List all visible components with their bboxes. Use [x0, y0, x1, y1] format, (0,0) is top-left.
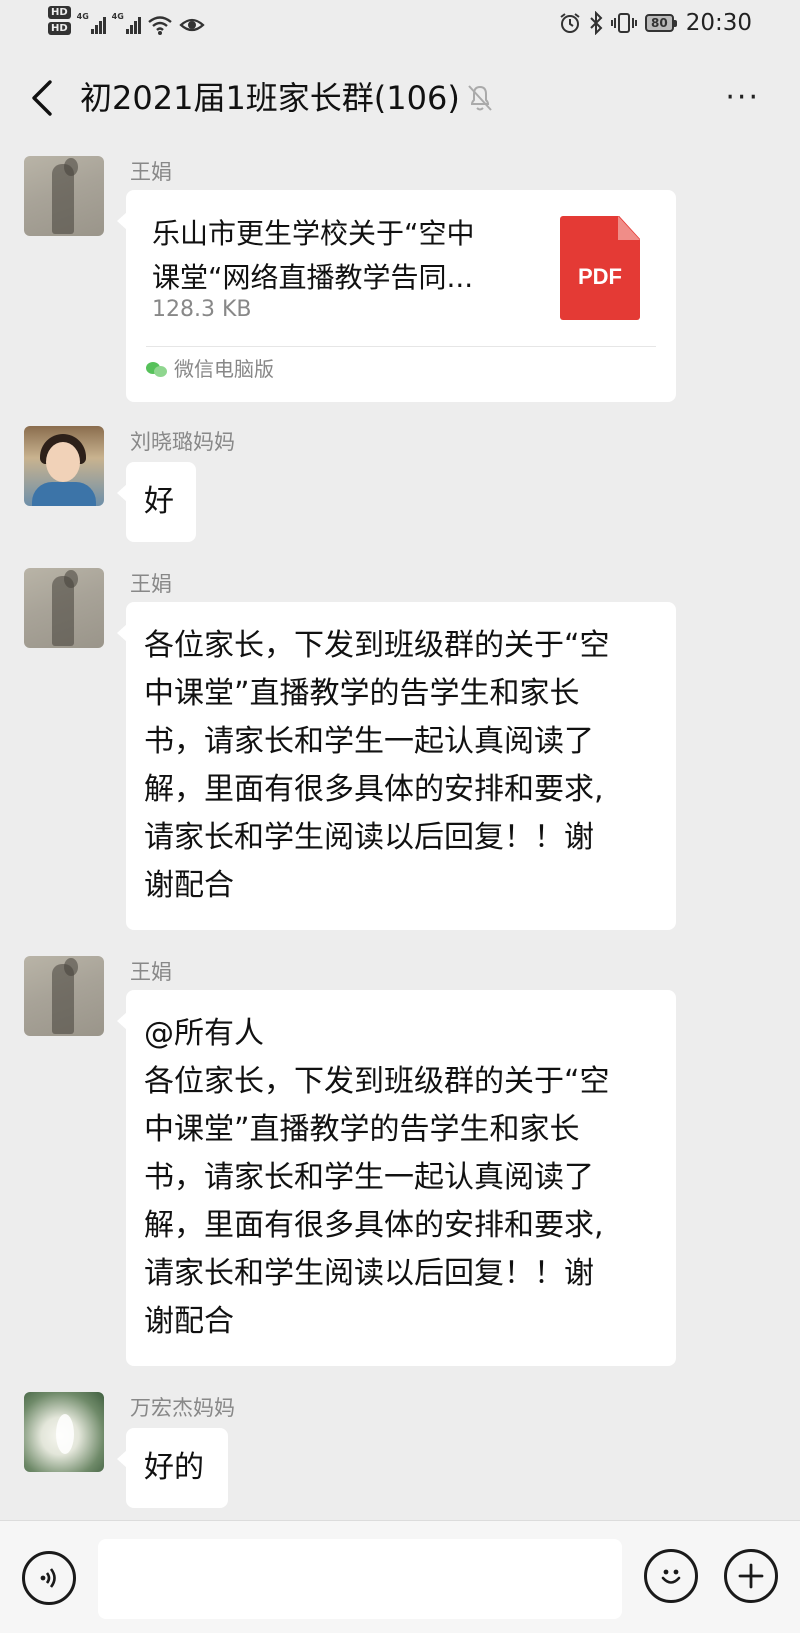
message-line: 谢配合: [144, 868, 234, 903]
wifi-icon: [147, 16, 172, 35]
bell-muted-icon: [468, 85, 492, 111]
text-message[interactable]: @所有人 各位家长，下发到班级群的关于“空 中课堂”直播教学的告学生和家长 书，…: [117, 990, 676, 1366]
divider: [146, 346, 656, 347]
network-type-sim2: 4G: [111, 12, 124, 21]
mention-all[interactable]: @所有人: [144, 1010, 658, 1058]
message-line: 请家长和学生阅读以后回复！！谢: [144, 1256, 594, 1291]
chat-title: 初2021届1班家长群(106): [80, 79, 460, 117]
signal-sim2-icon: 4G: [112, 12, 141, 34]
text-message[interactable]: 各位家长，下发到班级群的关于“空 中课堂”直播教学的告学生和家长 书，请家长和学…: [117, 602, 676, 930]
sender-name: 王娟: [130, 572, 172, 596]
message-line: 各位家长，下发到班级群的关于“空: [144, 628, 610, 663]
emoji-icon: [661, 1569, 681, 1584]
vibrate-icon: [611, 13, 637, 33]
message-line: 好的: [144, 1450, 204, 1485]
message-input[interactable]: [98, 1539, 622, 1619]
bluetooth-icon: [590, 11, 603, 35]
hd-indicator-sim1: HD: [48, 6, 71, 19]
emoji-button[interactable]: [644, 1549, 698, 1603]
status-bar-left: HD HD 4G 4G: [48, 6, 205, 36]
network-type-sim1: 4G: [76, 12, 89, 21]
message-line: 解，里面有很多具体的安排和要求,: [144, 772, 604, 807]
avatar[interactable]: [24, 956, 104, 1036]
message-line: 请家长和学生阅读以后回复！！谢: [144, 820, 594, 855]
message-line: 中课堂”直播教学的告学生和家长: [144, 676, 580, 711]
avatar[interactable]: [24, 1392, 104, 1472]
pdf-label: PDF: [578, 264, 622, 289]
message-line: 书，请家长和学生一起认真阅读了: [144, 1160, 594, 1195]
file-size: 128.3 KB: [152, 297, 252, 322]
eye-icon: [179, 18, 205, 32]
plus-icon: [738, 1563, 764, 1589]
file-message[interactable]: 乐山市更生学校关于“空中 课堂“网络直播教学告同... 128.3 KB PDF…: [117, 190, 676, 402]
chat-header: 初2021届1班家长群(106) ···: [0, 50, 800, 146]
status-time: 20:30: [685, 10, 752, 36]
message-line: 好: [144, 484, 174, 519]
avatar[interactable]: [24, 426, 104, 506]
status-bar: HD HD 4G 4G 80 20:30: [0, 0, 800, 50]
text-message[interactable]: 好的: [117, 1428, 228, 1508]
input-bar: [0, 1520, 800, 1633]
file-name-line: 课堂“网络直播教学告同...: [152, 261, 474, 294]
avatar[interactable]: [24, 156, 104, 236]
message-line: 书，请家长和学生一起认真阅读了: [144, 724, 594, 759]
sender-name: 刘晓璐妈妈: [130, 430, 235, 454]
battery-icon: 80: [645, 14, 677, 32]
file-source: 微信电脑版: [146, 356, 274, 382]
avatar[interactable]: [24, 568, 104, 648]
text-message[interactable]: 好: [117, 462, 196, 542]
more-functions-button[interactable]: [724, 1549, 778, 1603]
sender-name: 王娟: [130, 160, 172, 184]
file-name-line: 乐山市更生学校关于“空中: [152, 217, 475, 250]
wechat-icon: [146, 360, 168, 378]
chevron-left-icon: [32, 80, 52, 116]
voice-icon: [40, 1568, 56, 1588]
message-line: 解，里面有很多具体的安排和要求,: [144, 1208, 604, 1243]
back-button[interactable]: [26, 76, 58, 120]
file-source-label: 微信电脑版: [174, 357, 274, 381]
status-bar-right: 80 20:30: [559, 10, 752, 36]
sender-name: 万宏杰妈妈: [130, 1396, 235, 1420]
message-line: 谢配合: [144, 1304, 234, 1339]
file-name: 乐山市更生学校关于“空中 课堂“网络直播教学告同...: [152, 212, 526, 300]
pdf-file-icon: PDF: [560, 216, 640, 320]
voice-button[interactable]: [22, 1551, 76, 1605]
alarm-icon: [560, 13, 580, 33]
message-line: 各位家长，下发到班级群的关于“空: [144, 1064, 610, 1099]
hd-indicator-sim2: HD: [48, 22, 71, 35]
sender-name: 王娟: [130, 960, 172, 984]
message-line: 中课堂”直播教学的告学生和家长: [144, 1112, 580, 1147]
more-options-button[interactable]: ···: [725, 83, 760, 113]
hd-indicators: HD HD: [48, 6, 71, 35]
signal-sim1-icon: 4G: [77, 12, 106, 34]
